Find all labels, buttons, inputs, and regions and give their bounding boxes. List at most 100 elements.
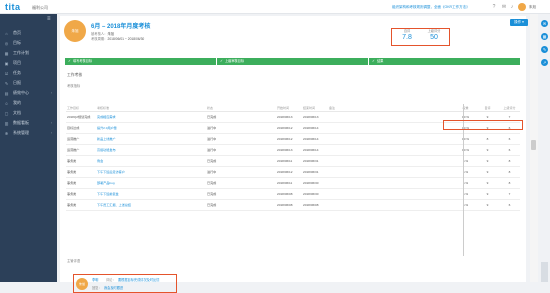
check-icon: ✓ xyxy=(220,59,223,63)
table-cell xyxy=(328,144,404,156)
sidebar-item-system[interactable]: ✻ 系统管理 › xyxy=(0,128,57,138)
sidebar-item-dashboard[interactable]: ▥ 数据看板 › xyxy=(0,118,57,128)
sidebar-item-project[interactable]: ▣ 项目 xyxy=(0,58,57,68)
table-cell: 运营推广 xyxy=(66,144,96,156)
comment-text: 要根据目标完成情况及时反馈 xyxy=(118,278,160,282)
table-cell: 目标达成 xyxy=(66,122,96,134)
step-1[interactable]: ✓ 填写考核目标 xyxy=(65,58,217,65)
table-cell: 2018/06/31 xyxy=(302,155,328,167)
table-cell: 事务类 xyxy=(66,199,96,211)
step-2[interactable]: ✓ 上级审核目标 xyxy=(217,58,369,65)
table-cell: 2018/06/13 xyxy=(302,111,328,123)
chevron-right-icon: › xyxy=(50,131,52,135)
sidebar-item-home[interactable]: ⌂ 首页 xyxy=(0,28,57,38)
table-cell: 9 xyxy=(476,122,498,134)
task-icon: ☑ xyxy=(4,70,9,76)
table-cell: 10 % xyxy=(454,122,476,134)
table-cell: 2018/06/14 xyxy=(302,122,328,134)
table-cell: 8 xyxy=(498,177,520,189)
reply-text: 我会及时跟进 xyxy=(104,286,124,290)
right-panel-handle[interactable] xyxy=(541,262,548,282)
table-cell: 8 xyxy=(498,155,520,167)
board-icon: ▥ xyxy=(4,120,9,126)
sidebar-item-report[interactable]: ✎ 日报 xyxy=(0,78,57,88)
table-cell: 10 % xyxy=(454,133,476,145)
table-row[interactable]: 运营推广 新品上线推广 进行中 2018/06/12 2018/06/14 10 % 8 6 xyxy=(66,133,520,145)
review-panel: 朱旭 6月 – 2018年月度考核 被考核人：朱旭 考核周期：2018/06/0… xyxy=(60,16,528,293)
help-icon[interactable]: ? xyxy=(490,3,498,11)
table-cell: 事务类 xyxy=(66,177,96,189)
table-cell[interactable]: 下午员工汇报、上述总结 xyxy=(96,199,206,211)
table-cell[interactable]: 提升2.0用户量 xyxy=(96,122,206,134)
table-cell: 2018/06/12 xyxy=(276,166,302,178)
manager-score: 上级评分 50 xyxy=(427,29,441,41)
table-cell: 9 xyxy=(476,188,498,200)
table-row[interactable]: 2018Q2规划完成 完成相应需求 已完成 2018/06/13 2018/06/13 1… xyxy=(66,111,520,123)
app-logo[interactable]: tita xyxy=(5,2,21,12)
calendar-icon[interactable]: ▦ xyxy=(541,33,548,40)
table-cell: 事务类 xyxy=(66,166,96,178)
table-cell: 2018/06/08 xyxy=(276,188,302,200)
table-cell: 2018/06/13 xyxy=(276,111,302,123)
table-cell: 2018/06/08 xyxy=(276,199,302,211)
table-row[interactable]: 事务类 下午下班前复盘 已完成 2018/06/08 2018/06/30 5 % 9 7 xyxy=(66,188,520,200)
table-cell[interactable]: 部署产品bug xyxy=(96,177,206,189)
table-cell[interactable]: 例会 xyxy=(96,155,206,167)
table-cell: 事务类 xyxy=(66,188,96,200)
user-name[interactable]: 朱旭 xyxy=(529,5,536,10)
sidebar-item-task[interactable]: ☑ 任务 xyxy=(0,68,57,78)
user-avatar[interactable] xyxy=(518,3,526,11)
menu-toggle-icon[interactable]: ≡ xyxy=(47,16,51,22)
kpi-table: 工作目标 考核标准 状态 开始时间 结束时间 备注 权重 自评 上级评分 2018Q2规划完成 完成… xyxy=(66,105,520,211)
action-button[interactable]: 操作 ▾ xyxy=(510,19,528,26)
check-icon: ✓ xyxy=(68,59,71,63)
sidebar-item-performance[interactable]: ▤ 绩效中心 › xyxy=(0,88,57,98)
sidebar-item-mine[interactable]: ☺ 我的 xyxy=(0,98,57,108)
sidebar-item-target[interactable]: ◎ 目标 xyxy=(0,38,57,48)
table-cell: 已完成 xyxy=(206,111,276,123)
table-cell: 9 xyxy=(476,177,498,189)
table-row[interactable]: 事务类 下午下班后走访客户 进行中 2018/06/12 2018/06/31 5 % 9 8 xyxy=(66,166,520,178)
table-cell: 事务类 xyxy=(66,155,96,167)
sidebar-item-plan[interactable]: ▦ 工作计划 xyxy=(0,48,57,58)
table-cell xyxy=(404,144,454,156)
table-row[interactable]: 事务类 下午员工汇报、上述总结 已完成 2018/06/08 2018/06/08 5 %… xyxy=(66,199,520,211)
table-cell: 2018/06/14 xyxy=(302,144,328,156)
reply-label: 回复： xyxy=(92,286,102,290)
table-row[interactable]: 目标达成 提升2.0用户量 进行中 2018/06/12 2018/06/14 10 % 9… xyxy=(66,122,520,134)
chat-icon[interactable]: ✉ xyxy=(541,20,548,27)
table-row[interactable]: 事务类 例会 已完成 2018/06/11 2018/06/31 5 % 9 8 xyxy=(66,155,520,167)
table-cell: 2018/06/30 xyxy=(302,177,328,189)
share-icon[interactable]: ↗ xyxy=(541,59,548,66)
note-icon[interactable]: ✎ xyxy=(541,46,548,53)
table-cell: 5 % xyxy=(454,177,476,189)
table-cell: 2018/06/13 xyxy=(276,144,302,156)
table-cell: 7 xyxy=(498,111,520,123)
table-cell[interactable]: 高级功能发布 xyxy=(96,144,206,156)
table-cell xyxy=(404,199,454,211)
table-row[interactable]: 运营推广 高级功能发布 进行中 2018/06/13 2018/06/14 10 % 9 6 xyxy=(66,144,520,156)
table-cell: 2018/06/12 xyxy=(276,133,302,145)
table-cell: 运营推广 xyxy=(66,133,96,145)
step-3[interactable]: ✓ 结果 xyxy=(369,58,521,65)
table-cell[interactable]: 下午下班后走访客户 xyxy=(96,166,206,178)
commenter-name[interactable]: 李明 xyxy=(92,277,98,282)
bell-icon[interactable]: ♪ xyxy=(508,3,516,11)
subsection-title: 考核指标 xyxy=(67,84,81,88)
table-cell[interactable]: 新品上线推广 xyxy=(96,133,206,145)
company-name[interactable]: 福利公司 xyxy=(32,5,48,11)
scrollbar-thumb[interactable] xyxy=(531,140,536,150)
table-cell xyxy=(404,155,454,167)
table-row[interactable]: 事务类 部署产品bug 已完成 2018/06/11 2018/06/30 5 % 9 8 xyxy=(66,177,520,189)
table-cell: 已完成 xyxy=(206,177,276,189)
table-cell: 8 xyxy=(498,166,520,178)
score-summary: 自评 7.8 上级评分 50 xyxy=(393,28,449,45)
chevron-right-icon: › xyxy=(50,121,52,125)
sidebar-item-docs[interactable]: ▢ 文档 xyxy=(0,108,57,118)
top-bar: tita 福利公司 组织架构和考核规则调整，全面《OKR工作方法》 ? ✉ ♪ … xyxy=(0,0,550,14)
table-cell[interactable]: 下午下班前复盘 xyxy=(96,188,206,200)
table-cell[interactable]: 完成相应需求 xyxy=(96,111,206,123)
table-cell: 2018/06/08 xyxy=(302,199,328,211)
message-icon[interactable]: ✉ xyxy=(500,3,508,11)
announcement-link[interactable]: 组织架构和考核规则调整，全面《OKR工作方法》 xyxy=(392,5,470,10)
